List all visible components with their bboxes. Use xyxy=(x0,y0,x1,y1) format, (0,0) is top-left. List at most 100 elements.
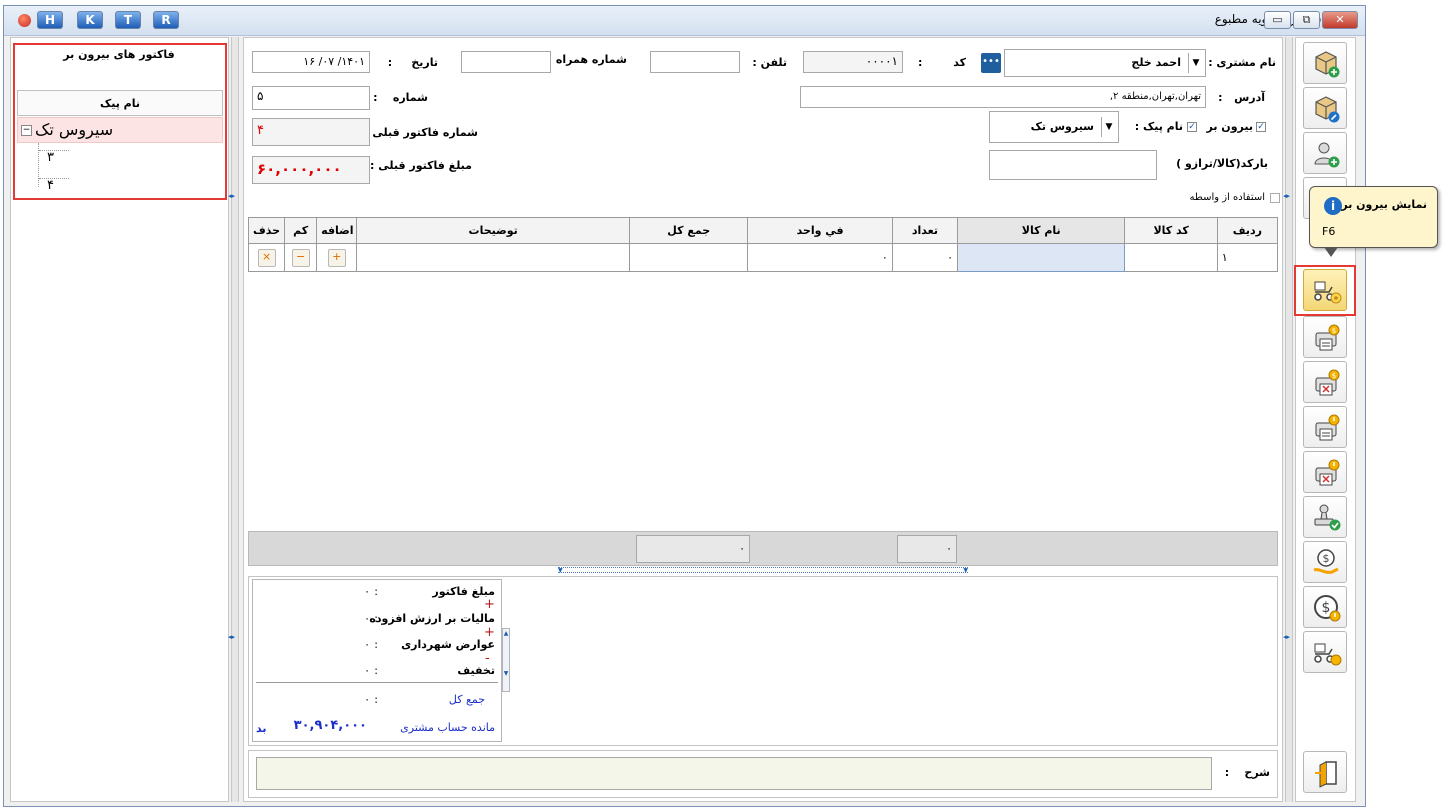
delivery-checkbox[interactable]: ✓ xyxy=(1256,122,1266,132)
add-cell[interactable]: + xyxy=(316,243,358,272)
app-logo-icon xyxy=(18,14,31,27)
right-splitter[interactable] xyxy=(1285,37,1293,802)
payment-button[interactable]: $ xyxy=(1303,541,1347,583)
address-label: آدرس : xyxy=(1218,91,1265,104)
tree-child-item[interactable]: ۳ xyxy=(39,150,69,168)
k-button[interactable]: K xyxy=(77,11,103,29)
tooltip: i نمایش بیرون بر F6 xyxy=(1309,186,1438,248)
phone-label-text: تلفن xyxy=(760,56,787,69)
unit-price-cell[interactable]: ۰ xyxy=(747,243,893,272)
panel-title: فاکتور های بیرون بر xyxy=(63,48,175,61)
delete-icon[interactable]: × xyxy=(257,248,276,267)
tree-item-courier[interactable]: − سیروس تک xyxy=(17,117,223,143)
r-button[interactable]: R xyxy=(153,11,179,29)
t-button[interactable]: T xyxy=(115,11,141,29)
col-total[interactable]: جمع کل xyxy=(629,217,749,244)
summary-scroll[interactable]: ▲ ▼ xyxy=(502,628,510,692)
tree-header[interactable]: نام پیک xyxy=(17,90,223,116)
customer-select[interactable]: ▼ احمد خلج xyxy=(1004,49,1206,77)
description-cell[interactable] xyxy=(356,243,631,272)
mobile-label: شماره همراه : xyxy=(547,53,627,66)
delete-cell[interactable]: × xyxy=(247,243,286,272)
add-product-button[interactable] xyxy=(1303,42,1347,84)
quantity-cell[interactable]: ۰ xyxy=(891,243,959,272)
col-add[interactable]: اضافه xyxy=(316,217,358,244)
col-delete[interactable]: حذف xyxy=(247,217,286,244)
title-bar xyxy=(4,6,1365,36)
total-value: ۰ xyxy=(364,693,370,706)
chevron-down-icon[interactable]: ▼ xyxy=(1101,117,1116,137)
col-quantity[interactable]: تعداد xyxy=(891,217,959,244)
currency-button[interactable]: $ xyxy=(1303,586,1347,628)
tree-item-label: سیروس تک xyxy=(35,120,114,139)
delete-draft-icon xyxy=(1315,459,1340,486)
product-name-cell[interactable] xyxy=(956,243,1126,272)
courier-select[interactable]: ▼ سیروس تک xyxy=(989,111,1119,143)
intermediary-checkbox[interactable] xyxy=(1270,193,1280,203)
print-draft-button[interactable] xyxy=(1303,406,1347,448)
show-delivery-button[interactable] xyxy=(1303,269,1347,311)
summary-divider xyxy=(256,682,498,683)
splitter-arrow-icon[interactable]: ◂▸ xyxy=(228,192,242,204)
col-description[interactable]: توضیحات xyxy=(356,217,631,244)
summary-value: ۰ xyxy=(364,585,370,598)
expand-toggle-icon[interactable]: − xyxy=(21,125,32,136)
approve-stamp-button[interactable] xyxy=(1303,496,1347,538)
add-customer-icon xyxy=(1314,142,1340,168)
tree-child-item[interactable]: ۴ xyxy=(39,178,69,196)
minimize-button[interactable]: ▭ xyxy=(1264,11,1291,29)
barcode-field[interactable] xyxy=(989,150,1157,180)
summary-colon: : xyxy=(374,585,378,598)
delete-draft-button[interactable] xyxy=(1303,451,1347,493)
payment-icon: $ xyxy=(1313,549,1339,574)
intermediary-label: استفاده از واسطه xyxy=(1189,192,1266,203)
product-code-cell[interactable] xyxy=(1124,243,1218,272)
print-invoice-button[interactable]: $ xyxy=(1303,316,1347,358)
edit-product-button[interactable] xyxy=(1303,87,1347,129)
chevron-down-icon[interactable]: ▼ xyxy=(1188,53,1203,73)
plus-sign-icon: + xyxy=(484,597,495,612)
date-label-text: تاریخ xyxy=(411,56,438,69)
barcode-label: بارکد(کالا/ترازو ) xyxy=(1176,157,1268,170)
description-field[interactable] xyxy=(256,757,1212,790)
mobile-field[interactable] xyxy=(461,51,551,73)
plus-icon[interactable]: + xyxy=(327,248,346,267)
col-unit-price[interactable]: في واحد xyxy=(747,217,893,244)
prev-invoice-field: ۴ xyxy=(252,118,370,146)
date-field[interactable]: ۱۴۰۱/ ۰۷/ ۱۶ xyxy=(252,51,370,73)
summary-value: ۰ xyxy=(364,638,370,651)
prev-invoice-label: شماره فاکتور قبلی : xyxy=(364,126,478,139)
description-label: شرح : xyxy=(1224,766,1270,779)
h-button[interactable]: H xyxy=(37,11,63,29)
delivery-button[interactable] xyxy=(1303,631,1347,673)
address-field[interactable]: تهران,تهران,منطقه ۲, xyxy=(800,86,1206,108)
exit-button[interactable] xyxy=(1303,751,1347,793)
footer-total-field: ۰ xyxy=(636,535,750,563)
left-splitter[interactable] xyxy=(231,37,239,802)
close-button[interactable]: ✕ xyxy=(1322,11,1358,29)
tree-header-label: نام پیک xyxy=(99,97,141,110)
courier-name-checkbox[interactable]: ✓ xyxy=(1187,122,1197,132)
phone-field[interactable] xyxy=(650,51,740,73)
minus-icon[interactable]: − xyxy=(291,248,310,267)
grid-resize-handle[interactable]: ▼ ▼ xyxy=(558,567,968,574)
number-label: شماره : xyxy=(373,91,428,104)
code-field[interactable]: ۰۰۰۰۱ xyxy=(803,51,903,73)
show-delivery-icon xyxy=(1314,281,1342,304)
col-row[interactable]: ردیف xyxy=(1216,217,1279,244)
col-product-code[interactable]: کد کالا xyxy=(1124,217,1218,244)
col-product-name[interactable]: نام کالا xyxy=(956,217,1126,244)
decrease-cell[interactable]: − xyxy=(284,243,318,272)
delete-print-button[interactable]: $ xyxy=(1303,361,1347,403)
col-decrease[interactable]: کم xyxy=(284,217,318,244)
customer-picker-button[interactable]: ••• xyxy=(981,53,1001,73)
restore-button[interactable]: ⧉ xyxy=(1293,11,1320,29)
edit-product-icon xyxy=(1315,96,1340,123)
number-field[interactable]: ۵ xyxy=(252,86,370,110)
grid-header-row: حذف کم اضافه توضیحات جمع کل في واحد تعدا… xyxy=(247,217,1279,244)
total-cell[interactable] xyxy=(629,243,749,272)
table-row[interactable]: × − + ۰ ۰ ۱ xyxy=(247,243,1279,272)
splitter-arrow-icon[interactable]: ◂▸ xyxy=(228,633,242,645)
add-customer-button[interactable] xyxy=(1303,132,1347,174)
balance-label: مانده حساب مشتری xyxy=(400,721,495,734)
